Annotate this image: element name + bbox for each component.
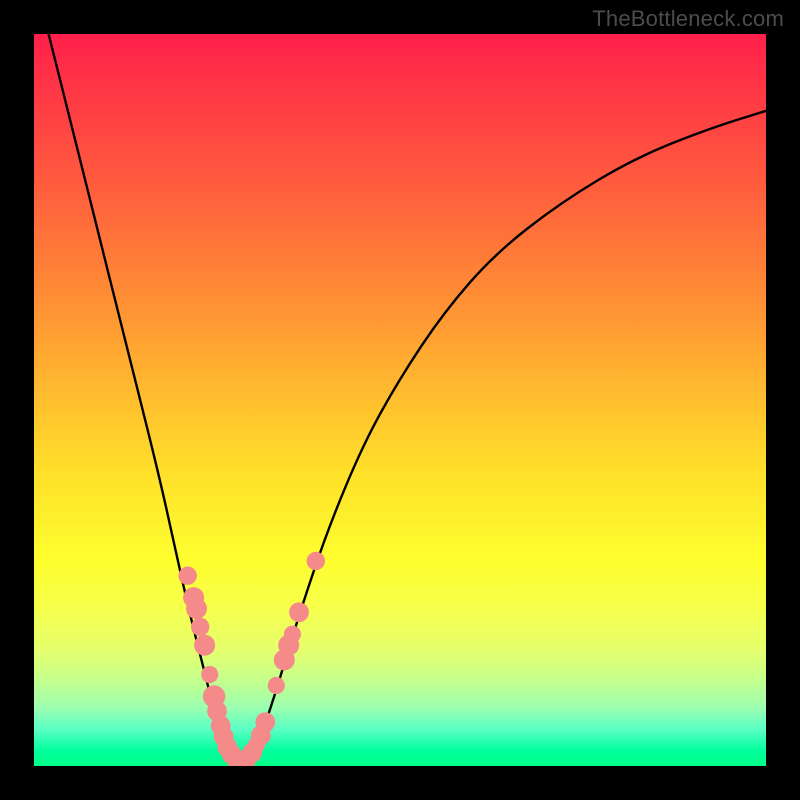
marker-dot <box>179 567 197 585</box>
chart-frame: TheBottleneck.com <box>0 0 800 800</box>
marker-dot <box>191 618 209 636</box>
marker-dot <box>255 712 275 732</box>
plot-area <box>34 34 766 766</box>
bottleneck-curve <box>49 34 766 760</box>
marker-dot <box>186 598 207 619</box>
marker-dot <box>268 677 285 694</box>
marker-dot <box>194 635 215 656</box>
curve-layer <box>34 34 766 766</box>
watermark-text: TheBottleneck.com <box>592 6 784 32</box>
marker-dot <box>284 626 301 643</box>
marker-dot <box>289 602 309 622</box>
marker-dot <box>307 552 325 570</box>
marker-dot <box>201 666 218 683</box>
